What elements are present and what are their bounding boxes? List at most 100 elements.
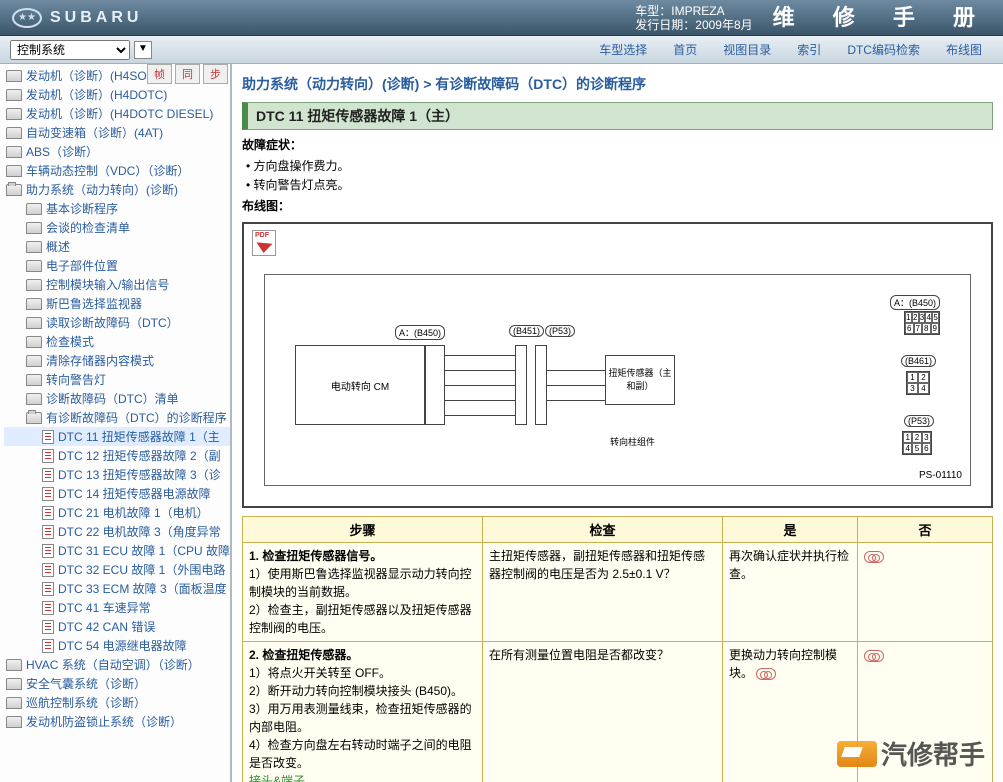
diagram-tag-p53b: (P53) <box>904 415 934 427</box>
tree-item-label: DTC 41 车速异常 <box>58 599 151 616</box>
diagram-pins-b450: 12345 6789 <box>904 311 940 335</box>
folder-icon <box>6 678 22 690</box>
tree-item-label: 读取诊断故障码（DTC） <box>46 314 179 331</box>
link-icon[interactable] <box>864 551 884 563</box>
tree-item[interactable]: DTC 21 电机故障 1（电机） <box>4 503 230 522</box>
document-icon <box>42 582 54 596</box>
tree-item-label: 清除存储器内容模式 <box>46 352 154 369</box>
folder-icon <box>26 412 42 424</box>
pdf-icon[interactable] <box>252 230 276 256</box>
tree-item[interactable]: 电子部件位置 <box>4 256 230 275</box>
nav-dtc-search[interactable]: DTC编码检索 <box>836 38 931 61</box>
tree-item-label: 发动机（诊断）(H4DOTC DIESEL) <box>26 105 213 122</box>
tree-item-label: 发动机防盗锁止系统（诊断） <box>26 713 182 730</box>
tree-item-label: 概述 <box>46 238 70 255</box>
document-icon <box>42 544 54 558</box>
document-icon <box>42 487 54 501</box>
tree-item[interactable]: 检查模式 <box>4 332 230 351</box>
tree-item[interactable]: 诊断故障码（DTC）清单 <box>4 389 230 408</box>
folder-icon <box>6 146 22 158</box>
tree-item[interactable]: DTC 41 车速异常 <box>4 598 230 617</box>
folder-icon <box>6 716 22 728</box>
tree-item[interactable]: DTC 11 扭矩传感器故障 1（主 <box>4 427 230 446</box>
tree-item[interactable]: 控制模块输入/输出信号 <box>4 275 230 294</box>
tree-item[interactable]: DTC 22 电机故障 3（角度异常 <box>4 522 230 541</box>
tree-item[interactable]: 清除存储器内容模式 <box>4 351 230 370</box>
folder-icon <box>26 317 42 329</box>
nav-home[interactable]: 首页 <box>662 38 708 61</box>
document-icon <box>42 563 54 577</box>
diagram-ps-number: PS-01110 <box>919 470 962 481</box>
tree-item[interactable]: DTC 33 ECM 故障 3（面板温度 <box>4 579 230 598</box>
diagram-tag-p53: (P53) <box>545 325 575 337</box>
tree-item[interactable]: DTC 42 CAN 错误 <box>4 617 230 636</box>
system-select[interactable]: 控制系统 <box>10 40 130 60</box>
tree-item[interactable]: 发动机（诊断）(H4DOTC) <box>4 85 230 104</box>
tree-item[interactable]: 车辆动态控制（VDC）（诊断） <box>4 161 230 180</box>
folder-icon <box>6 108 22 120</box>
diagram-connector-a <box>425 345 445 425</box>
link-icon[interactable] <box>756 668 776 680</box>
nav-model-select[interactable]: 车型选择 <box>588 38 658 61</box>
tree-item[interactable]: 读取诊断故障码（DTC） <box>4 313 230 332</box>
header-meta: 车型：IMPREZA 发行日期：2009年8月 <box>635 4 752 32</box>
tree-item[interactable]: 发动机（诊断）(H4DOTC DIESEL) <box>4 104 230 123</box>
connector-link[interactable]: 接头&端子 <box>249 774 305 782</box>
diagram-cm-box: 电动转向 CM <box>295 345 425 425</box>
tree-item[interactable]: 发动机防盗锁止系统（诊断） <box>4 712 230 731</box>
tree-item[interactable]: 巡航控制系统（诊断） <box>4 693 230 712</box>
document-icon <box>42 430 54 444</box>
table-row: 1. 检查扭矩传感器信号。1）使用斯巴鲁选择监视器显示动力转向控制模块的当前数据… <box>243 543 993 642</box>
side-tab-0[interactable]: 帧 <box>147 64 172 84</box>
tree-item-label: 诊断故障码（DTC）清单 <box>46 390 179 407</box>
folder-icon <box>26 260 42 272</box>
tree-item[interactable]: 助力系统（动力转向）(诊断) <box>4 180 230 199</box>
table-row: 2. 检查扭矩传感器。1）将点火开关转至 OFF。2）断开动力转向控制模块接头 … <box>243 642 993 782</box>
folder-icon <box>26 222 42 234</box>
diagram-pins-p53: 123 456 <box>902 431 932 455</box>
side-tab-2[interactable]: 步 <box>203 64 228 84</box>
nav-wiring[interactable]: 布线图 <box>935 38 993 61</box>
tree-item[interactable]: 自动变速箱（诊断）(4AT) <box>4 123 230 142</box>
tree-item-label: HVAC 系统（自动空调）（诊断） <box>26 656 200 673</box>
brand-name: SUBARU <box>50 9 142 27</box>
tree-item[interactable]: DTC 32 ECU 故障 1（外围电路 <box>4 560 230 579</box>
th-no: 否 <box>858 517 993 543</box>
tree-item[interactable]: HVAC 系统（自动空调）（诊断） <box>4 655 230 674</box>
diagram-tag-b461: (B461) <box>901 355 936 367</box>
nav-index[interactable]: 索引 <box>786 38 832 61</box>
folder-icon <box>6 70 22 82</box>
diagnosis-table: 步骤 检查 是 否 1. 检查扭矩传感器信号。1）使用斯巴鲁选择监视器显示动力转… <box>242 516 993 782</box>
tree-item-label: 会谈的检查清单 <box>46 219 130 236</box>
tree-item[interactable]: 概述 <box>4 237 230 256</box>
th-step: 步骤 <box>243 517 483 543</box>
tree-item[interactable]: DTC 12 扭矩传感器故障 2（副 <box>4 446 230 465</box>
link-icon[interactable] <box>864 650 884 662</box>
tree-item[interactable]: 会谈的检查清单 <box>4 218 230 237</box>
tree-item[interactable]: DTC 14 扭矩传感器电源故障 <box>4 484 230 503</box>
cell-yes: 再次确认症状并执行检查。 <box>723 543 858 642</box>
folder-icon <box>6 165 22 177</box>
nav-down-button[interactable]: ▼ <box>134 41 152 59</box>
tree-item[interactable]: DTC 13 扭矩传感器故障 3（诊 <box>4 465 230 484</box>
tree-item[interactable]: ABS（诊断） <box>4 142 230 161</box>
tree-item-label: 控制模块输入/输出信号 <box>46 276 169 293</box>
symptom-label: 故障症状： <box>242 136 993 153</box>
tree-item[interactable]: 安全气囊系统（诊断） <box>4 674 230 693</box>
tree-item[interactable]: 转向警告灯 <box>4 370 230 389</box>
tree-item[interactable]: 基本诊断程序 <box>4 199 230 218</box>
tree-item-label: 检查模式 <box>46 333 94 350</box>
side-tab-1[interactable]: 同 <box>175 64 200 84</box>
document-icon <box>42 639 54 653</box>
content-pane: 助力系统（动力转向）(诊断) > 有诊断故障码（DTC）的诊断程序 DTC 11… <box>232 64 1003 782</box>
tree-item[interactable]: DTC 54 电源继电器故障 <box>4 636 230 655</box>
tree-item[interactable]: DTC 31 ECU 故障 1（CPU 故障 <box>4 541 230 560</box>
diagram-connector-b <box>515 345 527 425</box>
tree-item[interactable]: 斯巴鲁选择监视器 <box>4 294 230 313</box>
nav-view-toc[interactable]: 视图目录 <box>712 38 782 61</box>
tree-item-label: DTC 21 电机故障 1（电机） <box>58 504 209 521</box>
tree-item-label: DTC 54 电源继电器故障 <box>58 637 187 654</box>
dtc-title: DTC 11 扭矩传感器故障 1（主） <box>242 102 993 130</box>
tree-item-label: DTC 11 扭矩传感器故障 1（主 <box>58 428 220 445</box>
tree-item[interactable]: 有诊断故障码（DTC）的诊断程序 <box>4 408 230 427</box>
